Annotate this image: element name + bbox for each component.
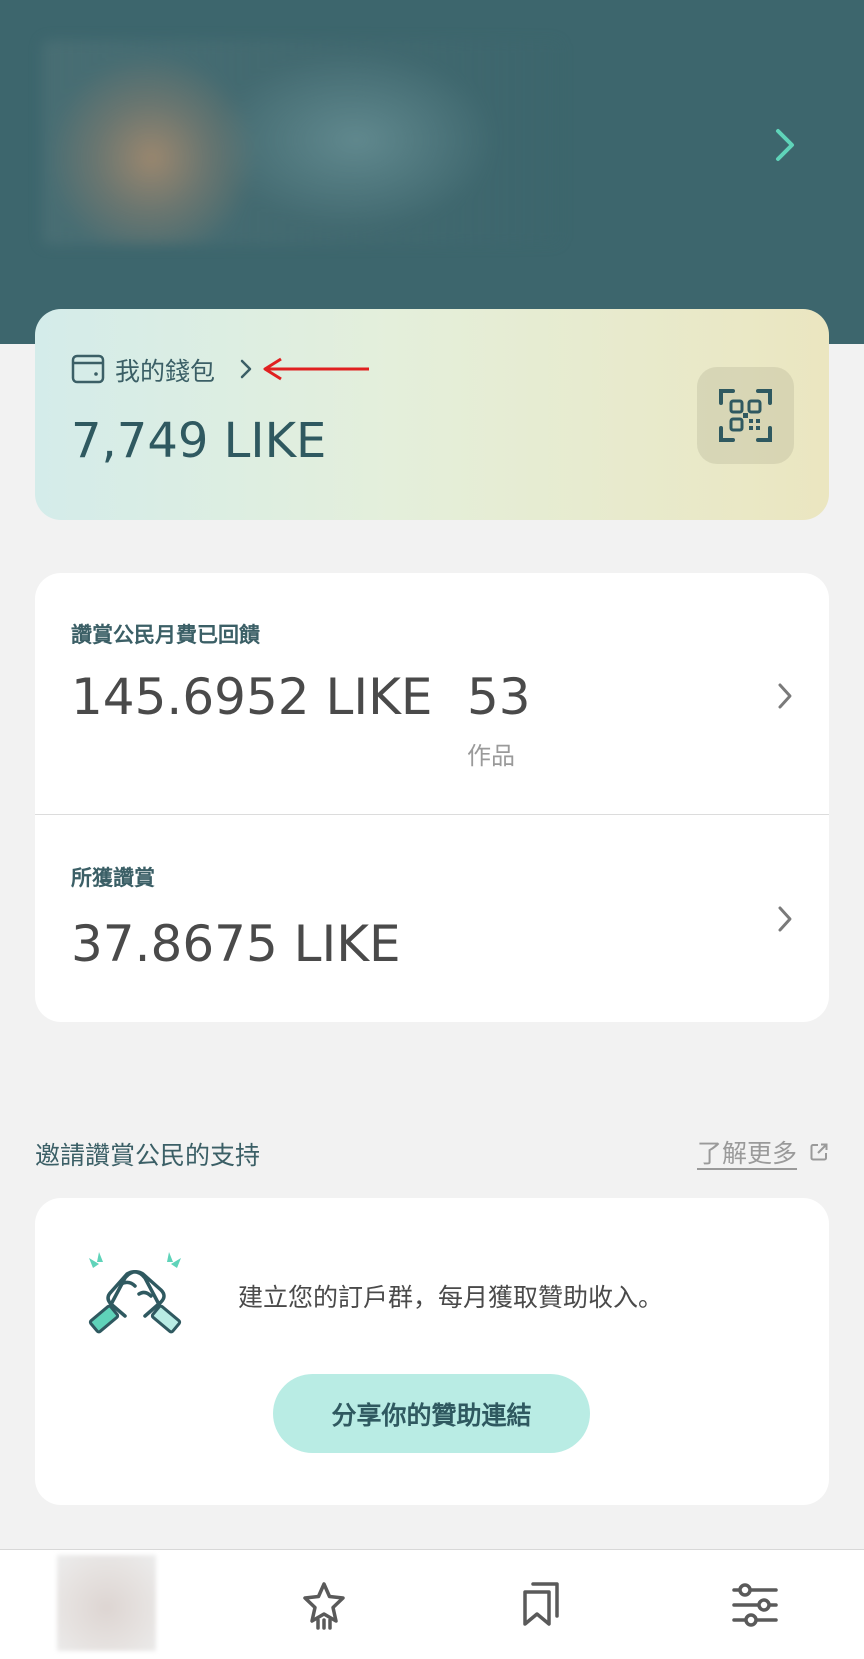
wallet-label[interactable]: 我的錢包: [115, 352, 215, 388]
received-likes-amount: 37.8675 LIKE: [71, 915, 401, 973]
supporters-reward-label: 讚賞公民月費已回饋: [71, 623, 260, 647]
share-sponsor-link-button[interactable]: 分享你的贊助連結: [273, 1374, 590, 1453]
profile-header[interactable]: [0, 0, 864, 344]
wallet-icon: [71, 354, 105, 384]
settings-sliders-icon[interactable]: [731, 1580, 779, 1630]
chevron-right-icon[interactable]: [238, 357, 254, 381]
wallet-card[interactable]: 我的錢包 7,749 LIKE: [35, 309, 829, 520]
qr-scan-icon: [719, 389, 772, 442]
invite-description: 建立您的訂戶群，每月獲取贊助收入。: [238, 1283, 664, 1312]
qr-scan-button[interactable]: [697, 367, 794, 464]
avatar[interactable]: [57, 1555, 156, 1651]
works-count: 53: [467, 668, 531, 726]
bottom-navigation: [0, 1549, 864, 1659]
received-likes-row[interactable]: 所獲讚賞 37.8675 LIKE: [35, 816, 829, 1022]
invite-section-title: 邀請讚賞公民的支持: [35, 1141, 261, 1170]
works-label: 作品: [467, 742, 515, 770]
supporters-reward-row[interactable]: 讚賞公民月費已回饋 145.6952 LIKE 53 作品: [35, 573, 829, 815]
handshake-icon: [88, 1252, 182, 1334]
bookmarks-icon[interactable]: [517, 1580, 565, 1630]
chevron-right-icon[interactable]: [770, 125, 800, 165]
profile-blurred-info[interactable]: [42, 40, 562, 245]
learn-more-link[interactable]: 了解更多: [697, 1134, 797, 1170]
star-icon[interactable]: [300, 1580, 348, 1630]
received-likes-label: 所獲讚賞: [71, 866, 155, 890]
rewards-stats-card: 讚賞公民月費已回饋 145.6952 LIKE 53 作品 所獲讚賞 37.86…: [35, 573, 829, 1022]
invite-card: 建立您的訂戶群，每月獲取贊助收入。 分享你的贊助連結: [35, 1198, 829, 1505]
annotation-arrow: [263, 357, 369, 381]
wallet-balance: 7,749 LIKE: [71, 413, 327, 469]
chevron-right-icon[interactable]: [776, 903, 794, 935]
chevron-right-icon[interactable]: [776, 680, 794, 712]
supporters-reward-amount: 145.6952 LIKE: [71, 668, 433, 726]
external-link-icon[interactable]: [809, 1142, 829, 1162]
